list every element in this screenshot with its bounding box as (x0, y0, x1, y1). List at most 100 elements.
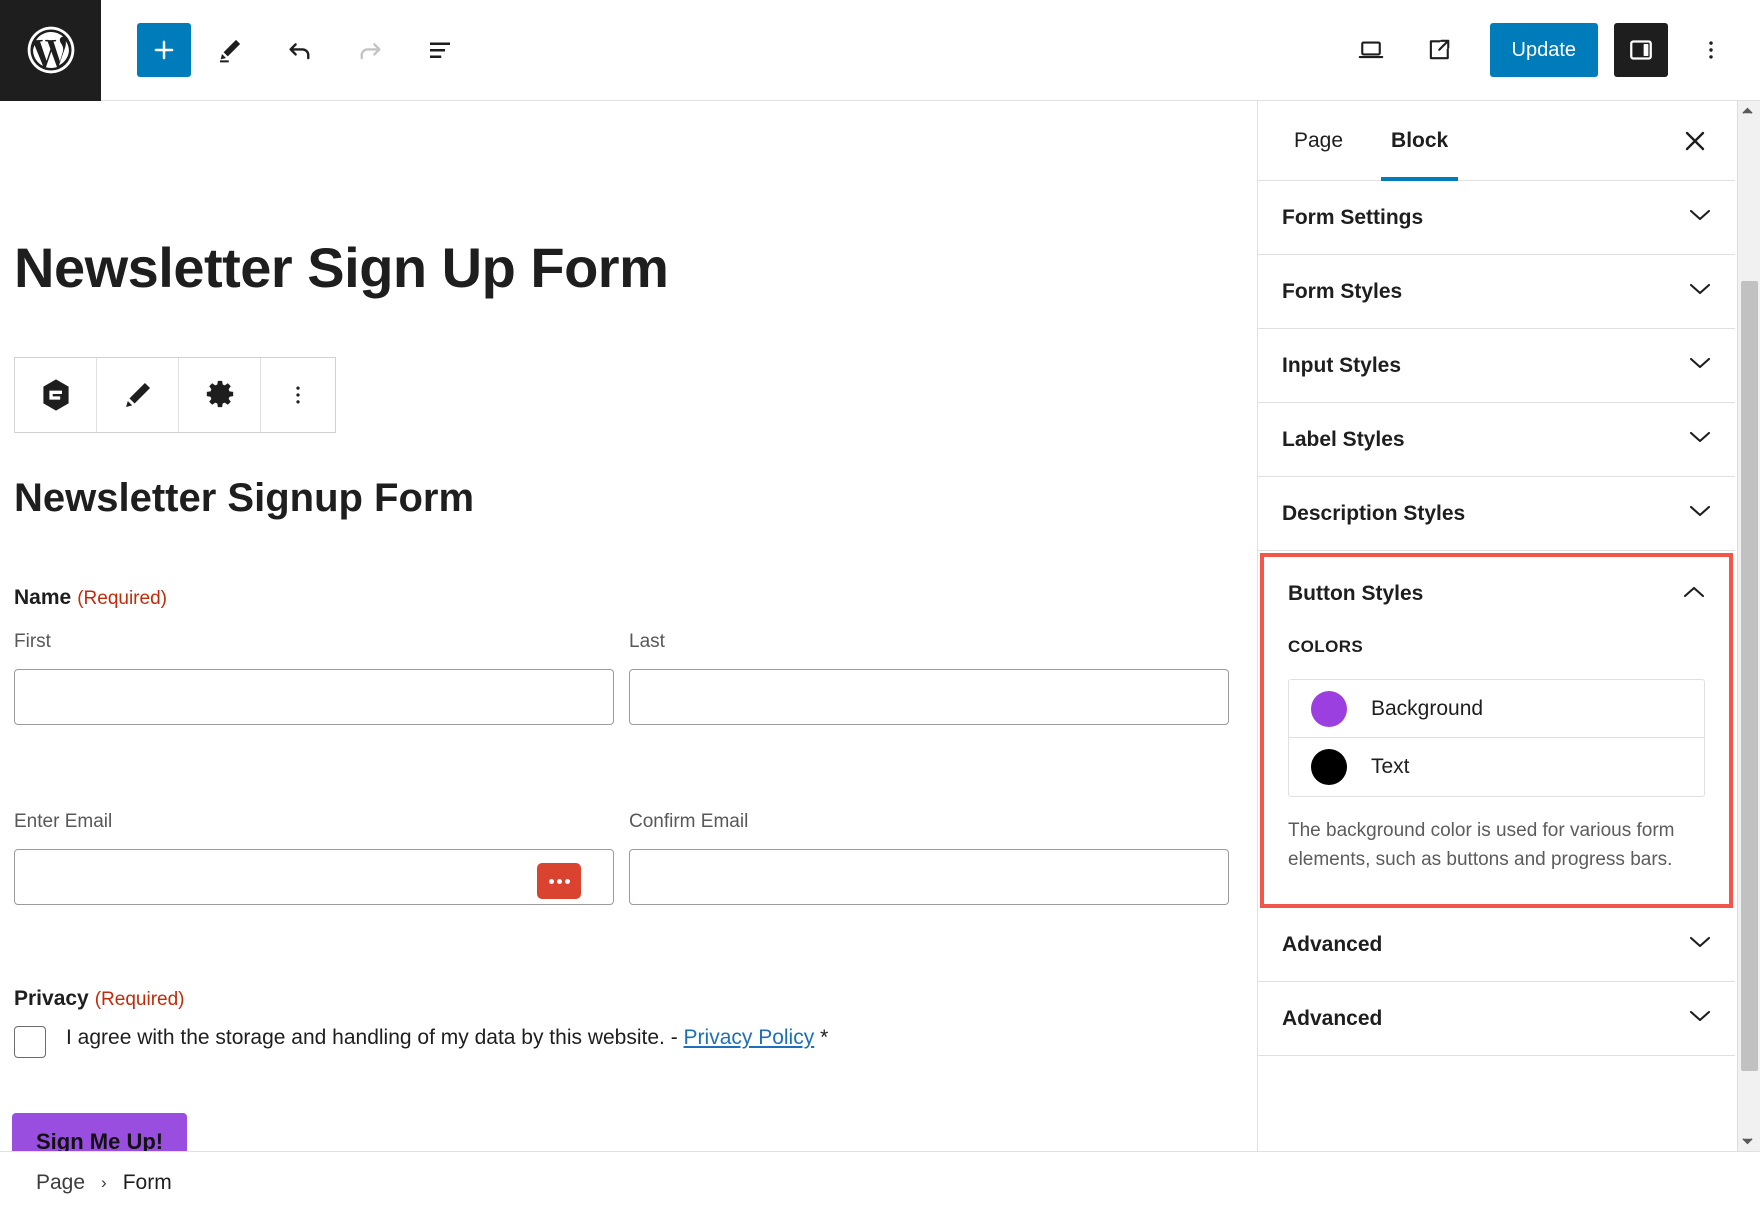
gravity-forms-block-icon[interactable] (15, 358, 97, 432)
wordpress-logo-button[interactable] (0, 0, 101, 101)
more-options-icon[interactable] (261, 358, 335, 432)
form-heading: Newsletter Signup Form (14, 476, 475, 520)
pencil-icon (125, 382, 150, 408)
editor-top-bar: Update (0, 0, 1760, 101)
panel-advanced-1[interactable]: Advanced (1258, 908, 1735, 982)
undo-icon (289, 43, 310, 60)
vertical-dots-icon (1709, 41, 1713, 59)
more-options-button[interactable] (1680, 19, 1742, 81)
sidebar-scrollbar[interactable] (1737, 101, 1760, 1151)
privacy-field-label: Privacy (Required) (14, 987, 185, 1011)
undo-button[interactable] (269, 19, 331, 81)
privacy-label-text: Privacy (14, 987, 89, 1010)
vertical-dots-icon (296, 386, 300, 404)
color-option-label: Text (1371, 755, 1410, 778)
gear-icon[interactable] (179, 358, 261, 432)
panel-title: Description Styles (1282, 501, 1466, 525)
panel-title: Form Settings (1282, 205, 1424, 229)
panel-title: Label Styles (1282, 427, 1405, 451)
document-overview-icon (430, 42, 450, 58)
chevron-down-icon (1689, 1009, 1711, 1028)
sidebar-scroll-up-arrow[interactable] (1738, 101, 1757, 121)
last-name-sublabel: Last (629, 631, 665, 652)
redo-icon (360, 43, 381, 60)
panel-description-styles[interactable]: Description Styles (1258, 477, 1735, 551)
dot-icon (564, 878, 570, 884)
view-device-button[interactable] (1340, 19, 1402, 81)
privacy-policy-link[interactable]: Privacy Policy (684, 1026, 815, 1049)
chevron-down-icon (1689, 430, 1711, 449)
panel-input-styles[interactable]: Input Styles (1258, 329, 1735, 403)
preview-external-button[interactable] (1408, 19, 1470, 81)
close-sidebar-button[interactable] (1677, 123, 1713, 159)
name-field-label: Name (Required) (14, 586, 167, 610)
top-bar-right-tools: Update (1340, 19, 1760, 81)
add-block-button[interactable] (137, 23, 191, 77)
editor-canvas: Newsletter Sign Up Form Newsletter Signu… (0, 101, 1234, 1151)
color-option-list: Background Text (1288, 679, 1705, 797)
color-option-background[interactable]: Background (1289, 680, 1704, 738)
enter-email-label: Enter Email (14, 811, 113, 832)
panel-title: Advanced (1282, 1006, 1383, 1030)
panel-form-settings[interactable]: Form Settings (1258, 181, 1735, 255)
sidebar-scrollbar-thumb[interactable] (1741, 281, 1758, 1071)
chevron-down-icon (1742, 1138, 1753, 1145)
sidebar-panel-list: Form Settings Form Styles Input Styles L… (1258, 181, 1735, 1056)
panel-advanced-2[interactable]: Advanced (1258, 982, 1735, 1056)
wordpress-logo-icon (27, 26, 74, 74)
update-button[interactable]: Update (1489, 23, 1598, 77)
gear-icon (206, 380, 233, 408)
list-view-button[interactable] (409, 19, 471, 81)
first-name-sublabel: First (14, 631, 51, 652)
panel-label-styles[interactable]: Label Styles (1258, 403, 1735, 477)
chevron-down-icon (1689, 935, 1711, 954)
panel-title: Form Styles (1282, 279, 1403, 303)
button-styles-help-text: The background color is used for various… (1288, 820, 1675, 870)
sidebar-scroll-down-arrow[interactable] (1738, 1131, 1757, 1151)
privacy-checkbox[interactable] (14, 1026, 46, 1058)
submit-button[interactable]: Sign Me Up! (12, 1113, 188, 1151)
privacy-text-before: I agree with the storage and handling of… (66, 1026, 684, 1049)
settings-toggle-button[interactable] (1614, 23, 1668, 77)
dot-icon (556, 878, 562, 884)
panel-title: Advanced (1282, 932, 1383, 956)
first-name-input[interactable] (14, 669, 614, 725)
tab-page[interactable]: Page (1284, 101, 1353, 181)
tab-block[interactable]: Block (1381, 101, 1459, 182)
block-settings-sidebar: Page Block Form Settings Form Styles Inp… (1257, 101, 1735, 1151)
name-required-marker: (Required) (77, 588, 167, 609)
sidebar-panel-icon (1630, 40, 1652, 60)
breadcrumb-item-form[interactable]: Form (123, 1171, 172, 1195)
redo-button[interactable] (339, 19, 401, 81)
breadcrumb: Page › Form (0, 1151, 1760, 1214)
page-title[interactable]: Newsletter Sign Up Form (14, 235, 669, 300)
button-styles-body: COLORS Background Text The background co… (1264, 637, 1729, 904)
pencil-icon (220, 39, 241, 63)
laptop-icon (1358, 41, 1383, 59)
last-name-input[interactable] (629, 669, 1229, 725)
confirm-email-input[interactable] (629, 849, 1229, 905)
colors-section-label: COLORS (1288, 637, 1364, 656)
panel-title: Input Styles (1282, 353, 1402, 377)
panel-button-styles: Button Styles COLORS Background Text The… (1260, 553, 1733, 908)
close-icon (1685, 131, 1705, 151)
edit-pencil-icon[interactable] (97, 358, 179, 432)
external-link-icon (1429, 39, 1449, 60)
chevron-down-icon (1689, 282, 1711, 301)
chevron-up-icon (1683, 585, 1705, 604)
color-option-text[interactable]: Text (1289, 738, 1704, 796)
enter-email-input[interactable] (14, 849, 614, 905)
panel-form-styles[interactable]: Form Styles (1258, 255, 1735, 329)
canvas-sidebar-gap (1234, 101, 1257, 1151)
edit-tool-button[interactable] (199, 19, 261, 81)
dot-icon (548, 878, 554, 884)
background-color-swatch (1311, 690, 1347, 727)
panel-button-styles-header[interactable]: Button Styles (1264, 557, 1729, 631)
email-more-options-button[interactable] (537, 863, 581, 899)
breadcrumb-separator-icon: › (101, 1173, 107, 1192)
chevron-down-icon (1689, 356, 1711, 375)
chevron-down-icon (1689, 504, 1711, 523)
breadcrumb-item-page[interactable]: Page (36, 1171, 85, 1195)
privacy-text-after: * (814, 1026, 829, 1049)
sidebar-tab-bar: Page Block (1258, 101, 1735, 182)
